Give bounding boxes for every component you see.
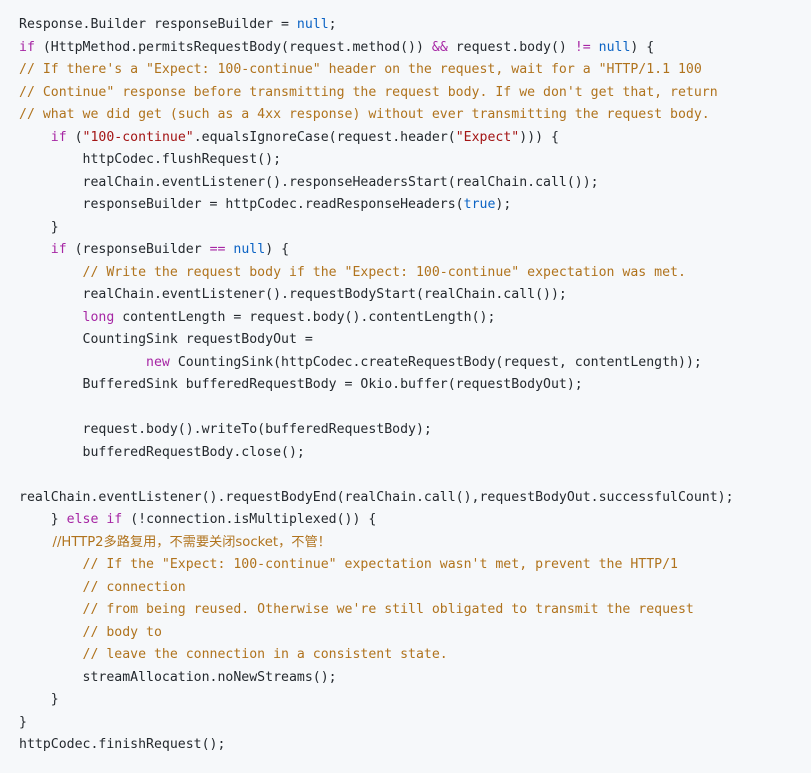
code-lines: Response.Builder responseBuilder = null;… — [19, 14, 811, 757]
code-token: //HTTP2多路复用，不需要关闭socket，不管！ — [19, 534, 331, 550]
code-token: // If the "Expect: 100-continue" expecta… — [19, 557, 678, 572]
code-token: "100-continue" — [82, 129, 194, 145]
code-line: // If the "Expect: 100-continue" expecta… — [19, 554, 811, 577]
code-token: .equalsIgnoreCase(request.header( — [193, 129, 456, 145]
code-token: // from being reused. Otherwise we're st… — [19, 602, 694, 617]
code-token: // what we did get (such as a 4xx respon… — [19, 107, 710, 122]
code-token: == — [209, 242, 226, 257]
code-token: null — [296, 17, 329, 32]
code-token: // leave the connection in a consistent … — [19, 647, 448, 662]
code-token: (responseBuilder — [66, 242, 210, 257]
code-line: // leave the connection in a consistent … — [19, 644, 811, 667]
code-token: realChain.eventListener().requestBodyEnd… — [19, 489, 734, 505]
code-line: httpCodec.flushRequest(); — [19, 149, 811, 172]
code-token: // If there's a "Expect: 100-continue" h… — [19, 62, 702, 77]
code-token: realChain.eventListener().requestBodySta… — [19, 287, 567, 302]
code-token: ( — [66, 129, 83, 145]
code-line: httpCodec.finishRequest(); — [19, 734, 811, 757]
code-token: true — [463, 197, 496, 212]
code-token: "Expect" — [455, 129, 520, 145]
code-line: realChain.eventListener().responseHeader… — [19, 172, 811, 195]
code-token: && — [431, 39, 448, 55]
code-line: // If there's a "Expect: 100-continue" h… — [19, 59, 811, 82]
code-line: CountingSink requestBodyOut = — [19, 329, 811, 352]
code-token: if — [19, 39, 35, 55]
code-token: } — [19, 714, 27, 730]
code-token: Response.Builder responseBuilder = — [19, 17, 297, 32]
code-token: null — [598, 39, 631, 55]
code-line: ​ — [19, 464, 811, 487]
code-token: // body to — [19, 624, 162, 640]
code-token: request.body() — [447, 39, 575, 55]
code-token: (HttpMethod.permitsRequestBody(request.m… — [34, 39, 432, 55]
code-token: CountingSink(httpCodec.createRequestBody… — [169, 354, 702, 370]
code-line: realChain.eventListener().requestBodySta… — [19, 284, 811, 307]
code-token: // Continue" response before transmittin… — [19, 84, 718, 100]
code-line: realChain.eventListener().requestBodyEnd… — [19, 487, 811, 510]
code-token: bufferedRequestBody.close(); — [19, 444, 305, 460]
code-line: } else if (!connection.isMultiplexed()) … — [19, 509, 811, 532]
code-token: contentLength = request.body().contentLe… — [114, 309, 496, 325]
code-line: // Continue" response before transmittin… — [19, 82, 811, 105]
code-token: if — [50, 242, 67, 257]
code-line: long contentLength = request.body().cont… — [19, 307, 811, 330]
code-block: Response.Builder responseBuilder = null;… — [0, 0, 811, 773]
code-token: BufferedSink bufferedRequestBody = Okio.… — [19, 377, 583, 392]
code-line: } — [19, 217, 811, 240]
code-line: if (responseBuilder == null) { — [19, 239, 811, 262]
code-line: if (HttpMethod.permitsRequestBody(reques… — [19, 37, 811, 60]
code-token: httpCodec.finishRequest(); — [19, 737, 226, 752]
code-token: httpCodec.flushRequest(); — [19, 152, 282, 167]
code-token: // Write the request body if the "Expect… — [19, 264, 686, 280]
code-line: // what we did get (such as a 4xx respon… — [19, 104, 811, 127]
code-line: } — [19, 712, 811, 735]
code-line: responseBuilder = httpCodec.readResponse… — [19, 194, 811, 217]
code-token: else — [66, 512, 99, 527]
code-token: realChain.eventListener().responseHeader… — [19, 174, 599, 190]
code-token: // connection — [19, 579, 186, 595]
code-line: request.body().writeTo(bufferedRequestBo… — [19, 419, 811, 442]
code-line: } — [19, 689, 811, 712]
code-token: streamAllocation.noNewStreams(); — [19, 669, 337, 685]
code-line: bufferedRequestBody.close(); — [19, 442, 811, 465]
code-token: (!connection.isMultiplexed()) { — [122, 512, 377, 527]
code-token: } — [19, 219, 59, 235]
code-line: new CountingSink(httpCodec.createRequest… — [19, 352, 811, 375]
code-token: ); — [495, 197, 512, 212]
code-token: request.body().writeTo(bufferedRequestBo… — [19, 422, 432, 437]
code-token: responseBuilder = httpCodec.readResponse… — [19, 197, 464, 212]
code-line: streamAllocation.noNewStreams(); — [19, 667, 811, 690]
code-line: BufferedSink bufferedRequestBody = Okio.… — [19, 374, 811, 397]
code-line: //HTTP2多路复用，不需要关闭socket，不管！ — [19, 532, 811, 555]
code-token: new — [146, 354, 170, 370]
code-line: Response.Builder responseBuilder = null; — [19, 14, 811, 37]
code-token: ) { — [630, 39, 655, 55]
code-token: != — [574, 39, 591, 55]
code-line: if ("100-continue".equalsIgnoreCase(requ… — [19, 127, 811, 150]
code-line: // Write the request body if the "Expect… — [19, 262, 811, 285]
code-token: if — [50, 129, 67, 145]
code-token: if — [106, 512, 123, 527]
code-line: // connection — [19, 577, 811, 600]
code-line: ​ — [19, 397, 811, 420]
code-token: ))) { — [519, 129, 559, 145]
code-token: null — [233, 242, 266, 257]
code-token: } — [19, 692, 59, 707]
code-line: // body to — [19, 622, 811, 645]
code-token: ) { — [265, 242, 290, 257]
code-token: long — [82, 309, 115, 325]
code-token: } — [19, 512, 67, 527]
code-token: ; — [328, 17, 337, 32]
code-token: CountingSink requestBodyOut = — [19, 332, 313, 347]
code-line: // from being reused. Otherwise we're st… — [19, 599, 811, 622]
